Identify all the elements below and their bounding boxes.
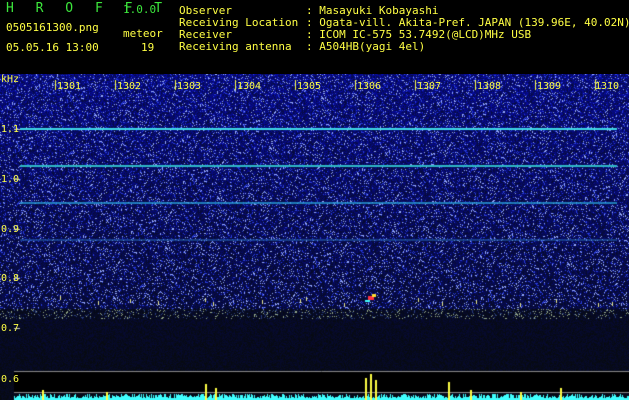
y-tick-label: 1.0	[1, 174, 20, 185]
y-tick-label: 0.8	[1, 273, 20, 284]
axis-unit: kHz	[1, 74, 20, 85]
app-version: 1.0.0	[123, 3, 157, 16]
meteor-count: 19	[141, 41, 155, 54]
minute-label: 1304	[237, 81, 262, 92]
minute-label: 1302	[117, 81, 142, 92]
y-tick-label: 0.9	[1, 224, 20, 235]
minute-label: 1307	[417, 81, 442, 92]
spectrogram-canvas	[0, 74, 629, 400]
y-tick-label: 1.1	[1, 124, 20, 135]
meteor-label: meteor	[123, 27, 163, 40]
header-panel: H R O F F T 1.0.0 0505161300.png meteor …	[0, 0, 629, 74]
minute-label: 1303	[177, 81, 202, 92]
datetime: 05.05.16 13:00	[6, 41, 99, 54]
antenna-value: : A504HB(yagi 4el)	[306, 40, 426, 53]
antenna-label: Receiving antenna	[179, 40, 292, 53]
minute-label: 1310	[595, 81, 620, 92]
file-name: 0505161300.png	[6, 21, 99, 34]
minute-label: 1305	[297, 81, 322, 92]
minute-label: 1309	[537, 81, 562, 92]
y-tick-label: 0.6	[1, 374, 20, 385]
y-tick-label: 0.7	[1, 323, 20, 334]
minute-label: 1301	[57, 81, 82, 92]
minute-label: 1308	[477, 81, 502, 92]
minute-label: 1306	[357, 81, 382, 92]
